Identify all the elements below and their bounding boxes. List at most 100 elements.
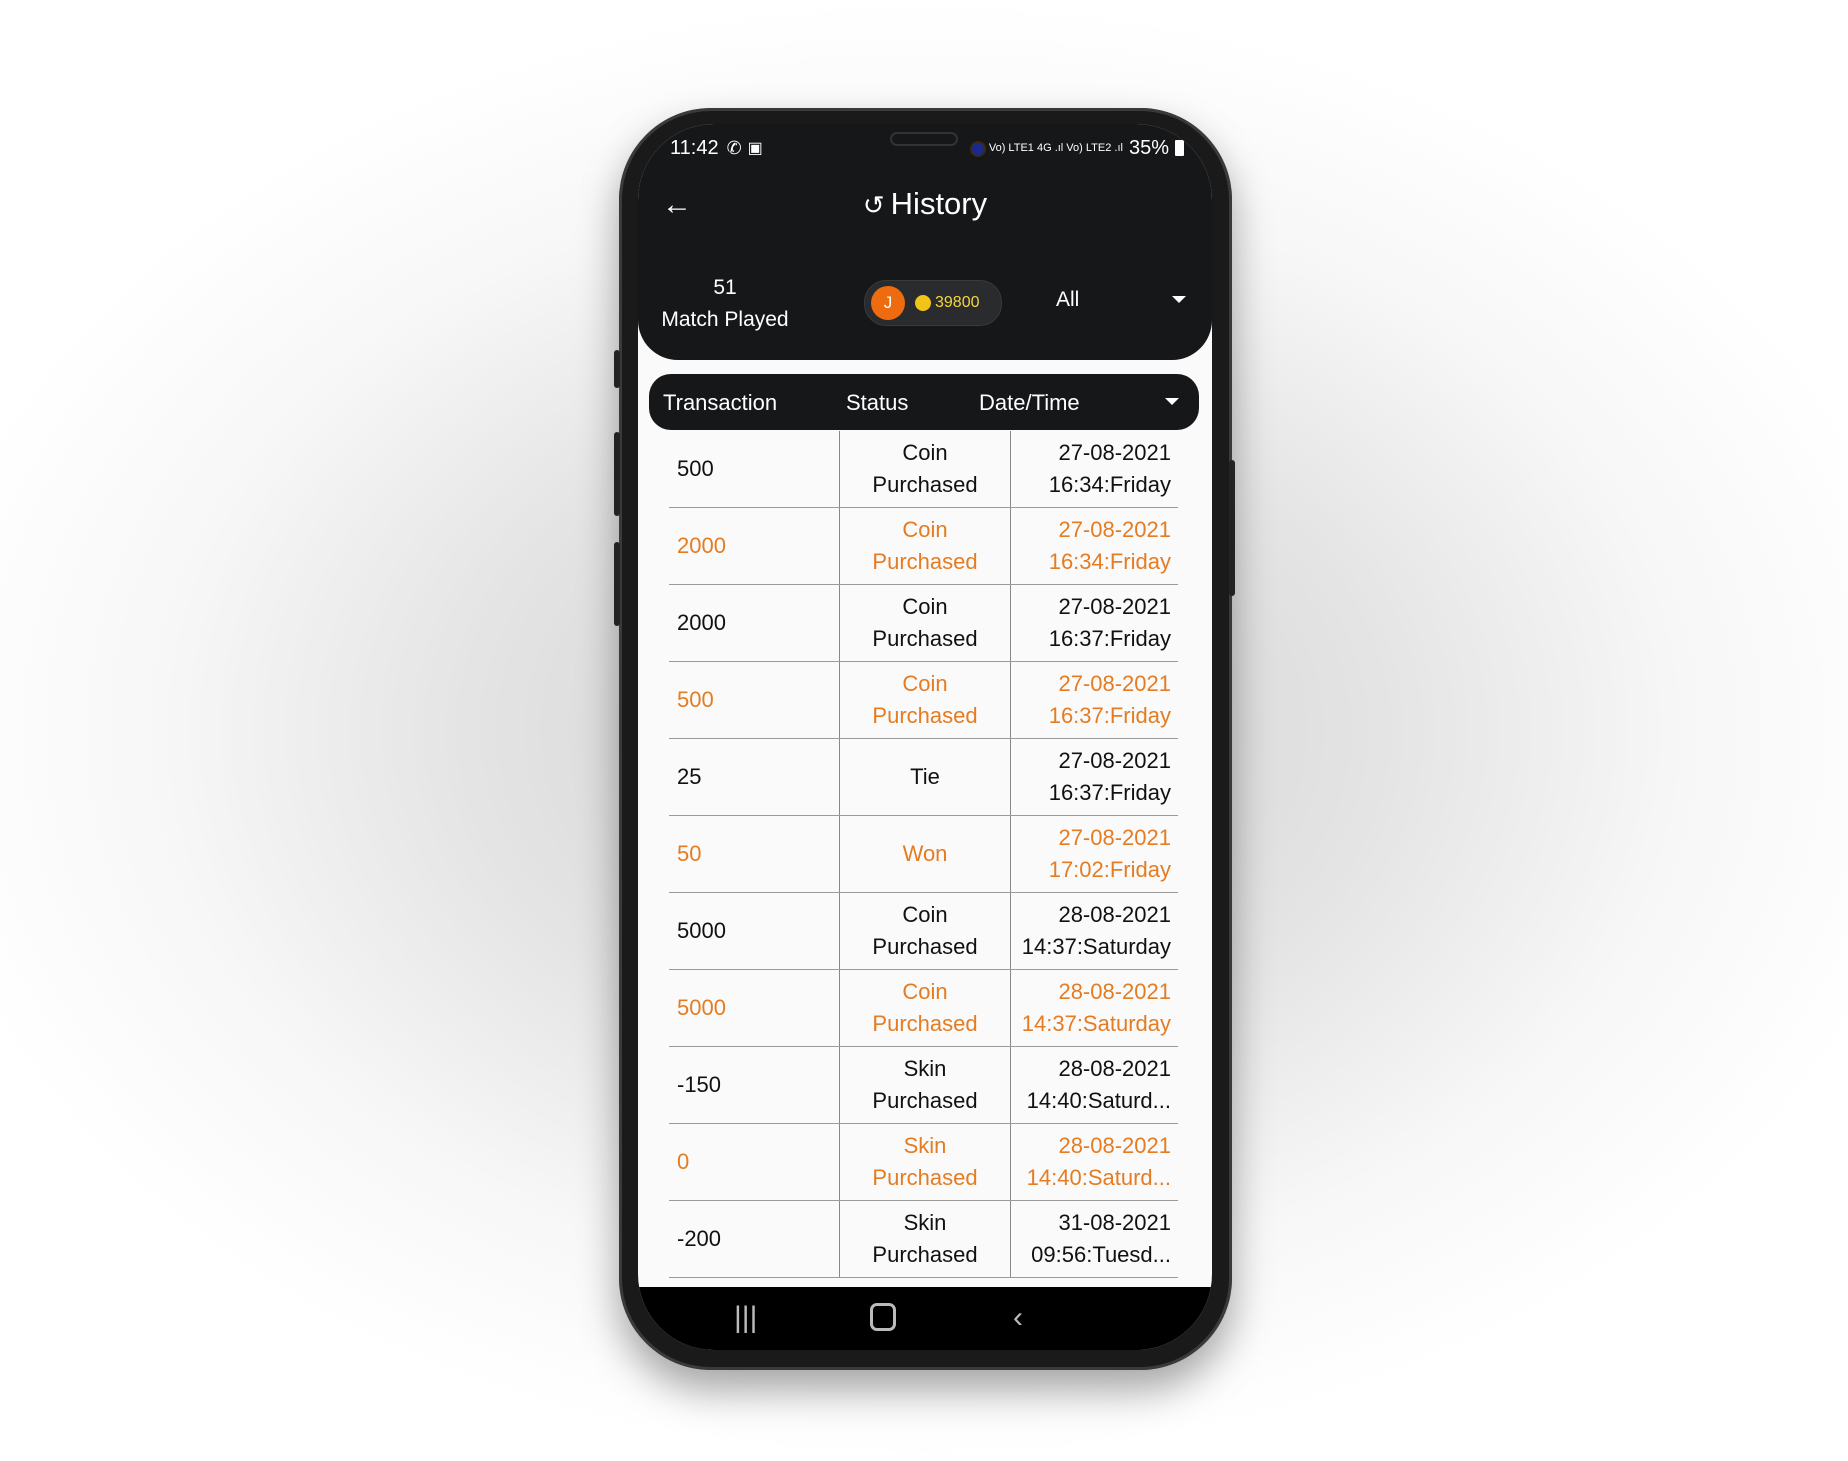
side-button <box>614 350 620 388</box>
transaction-amount: 2000 <box>677 533 726 558</box>
status-cell: Skin Purchased <box>839 1047 1011 1123</box>
datetime-cell: 28-08-2021 14:37:Saturday <box>1009 893 1171 969</box>
power-button <box>1229 460 1235 596</box>
date: 27-08-2021 <box>1058 671 1171 696</box>
date: 28-08-2021 <box>1058 1056 1171 1081</box>
status-cell: Tie <box>839 739 1011 815</box>
status-line-2: Purchased <box>872 1088 978 1113</box>
column-transaction: Transaction <box>663 390 778 415</box>
status-line-1: Skin <box>903 1133 947 1158</box>
time: 09:56:Tuesd... <box>1031 1242 1171 1267</box>
table-row[interactable]: 25 Tie 27-08-2021 16:37:Friday <box>669 739 1178 816</box>
history-icon: ↺ <box>862 190 885 220</box>
battery-percent: 35% <box>1128 136 1169 159</box>
status-line-2: Purchased <box>872 1165 978 1190</box>
match-label: Match Played <box>661 308 789 331</box>
home-icon[interactable] <box>870 1303 896 1331</box>
coin-icon <box>915 295 931 311</box>
datetime-cell: 31-08-2021 09:56:Tuesd... <box>1009 1201 1171 1277</box>
nav-back-icon[interactable]: ‹ <box>1013 1301 1023 1335</box>
datetime-cell: 27-08-2021 16:34:Friday <box>1009 431 1171 507</box>
signal-indicators: Vo) LTE1 4G .ıl Vo) LTE2 .ıl <box>988 142 1123 154</box>
transaction-amount: -150 <box>677 1072 722 1097</box>
filter-value: All <box>1056 288 1080 311</box>
table-row[interactable]: -200 Skin Purchased 31-08-2021 09:56:Tuesd… <box>669 1201 1178 1278</box>
transaction-amount: 0 <box>677 1149 690 1174</box>
image-icon: ▣ <box>747 140 763 157</box>
avatar[interactable]: J <box>871 286 905 320</box>
table-row[interactable]: 500 Coin Purchased 27-08-2021 16:37:Friday <box>669 662 1178 739</box>
status-cell: Coin Purchased <box>839 585 1011 661</box>
status-line-2: Purchased <box>872 1011 978 1036</box>
column-status: Status <box>846 390 909 415</box>
time: 17:02:Friday <box>1048 857 1171 882</box>
time: 16:37:Friday <box>1048 626 1171 651</box>
page-title: ↺ History <box>638 186 1212 222</box>
status-line-2: Purchased <box>872 549 978 574</box>
datetime-cell: 27-08-2021 16:37:Friday <box>1009 585 1171 661</box>
date: 28-08-2021 <box>1058 979 1171 1004</box>
coin-balance-pill: J 39800 <box>864 280 1002 326</box>
date: 31-08-2021 <box>1058 1210 1171 1235</box>
battery-icon <box>1175 140 1184 156</box>
filter-dropdown[interactable]: All <box>1056 288 1196 318</box>
date: 28-08-2021 <box>1058 902 1171 927</box>
table-row[interactable]: 5000 Coin Purchased 28-08-2021 14:37:Satur… <box>669 970 1178 1047</box>
column-datetime-sort[interactable]: Date/Time <box>979 390 1080 416</box>
datetime-cell: 28-08-2021 14:40:Saturd... <box>1009 1047 1171 1123</box>
table-header: Transaction Status Date/Time <box>649 374 1199 430</box>
table-row[interactable]: 5000 Coin Purchased 28-08-2021 14:37:Satur… <box>669 893 1178 970</box>
sort-caret-icon[interactable] <box>1165 398 1179 405</box>
date: 27-08-2021 <box>1058 517 1171 542</box>
time: 16:37:Friday <box>1048 780 1171 805</box>
table-row[interactable]: 2000 Coin Purchased 27-08-2021 16:37:Frida… <box>669 585 1178 662</box>
table-row[interactable]: 50 Won 27-08-2021 17:02:Friday <box>669 816 1178 893</box>
status-line-2: Purchased <box>872 626 978 651</box>
status-bar: 11:42 ✆ ▣ Vo) LTE1 4G .ıl Vo) LTE2 .ıl 3… <box>670 136 1184 160</box>
transaction-amount: 500 <box>677 456 714 481</box>
status-time: 11:42 <box>670 136 719 159</box>
time: 16:34:Friday <box>1048 549 1171 574</box>
status-cell: Skin Purchased <box>839 1124 1011 1200</box>
date: 27-08-2021 <box>1058 825 1171 850</box>
status-cell: Won <box>839 816 1011 892</box>
datetime-cell: 27-08-2021 16:37:Friday <box>1009 739 1171 815</box>
coin-balance: 39800 <box>935 294 980 311</box>
transaction-amount: 500 <box>677 687 714 712</box>
match-count: 51 <box>713 276 737 299</box>
transaction-amount: 5000 <box>677 995 726 1020</box>
status-line-2: Purchased <box>872 1242 978 1267</box>
time: 14:40:Saturd... <box>1026 1088 1171 1113</box>
status-line-2: Purchased <box>872 703 978 728</box>
date: 27-08-2021 <box>1058 440 1171 465</box>
status-cell: Coin Purchased <box>839 662 1011 738</box>
status-line-1: Skin <box>903 1210 947 1235</box>
table-row[interactable]: 0 Skin Purchased 28-08-2021 14:40:Saturd..… <box>669 1124 1178 1201</box>
transaction-amount: 50 <box>677 841 702 866</box>
time: 16:34:Friday <box>1048 472 1171 497</box>
page-title-text: History <box>890 186 988 221</box>
datetime-cell: 28-08-2021 14:40:Saturd... <box>1009 1124 1171 1200</box>
status-line-1: Won <box>902 841 948 866</box>
volume-up-button <box>614 432 620 516</box>
time: 14:37:Saturday <box>1021 934 1171 959</box>
time: 14:37:Saturday <box>1021 1011 1171 1036</box>
volume-down-button <box>614 542 620 626</box>
phone-screen: 11:42 ✆ ▣ Vo) LTE1 4G .ıl Vo) LTE2 .ıl 3… <box>638 124 1212 1350</box>
app-header: 11:42 ✆ ▣ Vo) LTE1 4G .ıl Vo) LTE2 .ıl 3… <box>638 124 1212 360</box>
transaction-amount: 2000 <box>677 610 726 635</box>
status-cell: Coin Purchased <box>839 970 1011 1046</box>
table-row[interactable]: 500 Coin Purchased 27-08-2021 16:34:Friday <box>669 431 1178 508</box>
datetime-cell: 27-08-2021 16:34:Friday <box>1009 508 1171 584</box>
transaction-amount: -200 <box>677 1226 722 1251</box>
time: 16:37:Friday <box>1048 703 1171 728</box>
caret-down-icon <box>1172 296 1186 303</box>
date: 28-08-2021 <box>1058 1133 1171 1158</box>
table-row[interactable]: 2000 Coin Purchased 27-08-2021 16:34:Frida… <box>669 508 1178 585</box>
match-played-stat: 51 Match Played <box>658 272 792 336</box>
status-line-1: Coin <box>902 671 948 696</box>
status-line-1: Skin <box>903 1056 947 1081</box>
recent-apps-icon[interactable]: ||| <box>734 1301 757 1335</box>
table-row[interactable]: -150 Skin Purchased 28-08-2021 14:40:Satur… <box>669 1047 1178 1124</box>
status-line-1: Coin <box>902 517 948 542</box>
